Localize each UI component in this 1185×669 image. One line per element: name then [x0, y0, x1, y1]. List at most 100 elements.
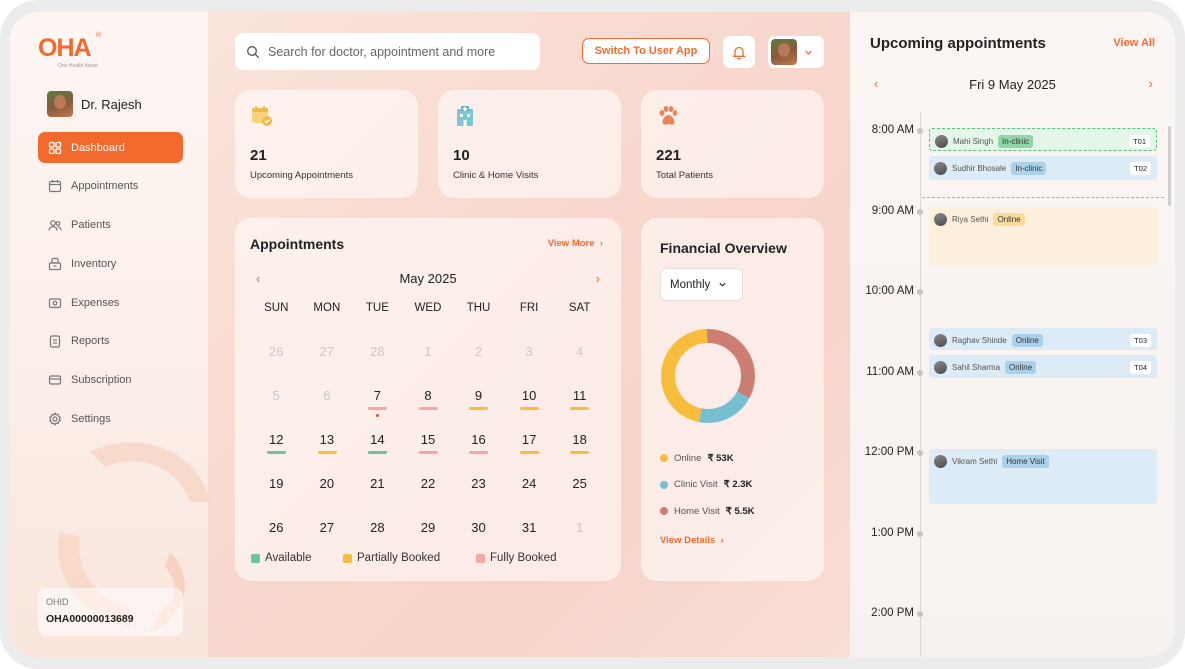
- sidebar-item-label: Subscription: [71, 374, 132, 387]
- stat-value: 21: [250, 147, 267, 164]
- calendar-day[interactable]: 16: [453, 432, 504, 476]
- stat-card-visits[interactable]: 10 Clinic & Home Visits: [438, 90, 621, 198]
- notifications-button[interactable]: [723, 36, 755, 68]
- chevron-right-icon: ›: [597, 238, 603, 249]
- stat-value: 221: [656, 147, 682, 164]
- calendar-day[interactable]: 7: [352, 388, 403, 432]
- patient-avatar: [934, 361, 947, 374]
- search-icon: [247, 45, 260, 58]
- sidebar-item-expenses[interactable]: Expenses: [38, 287, 183, 318]
- sidebar-item-dashboard[interactable]: Dashboard: [38, 132, 183, 163]
- calendar-day[interactable]: 5: [251, 388, 302, 432]
- day-number: 1: [424, 344, 432, 359]
- calendar-day[interactable]: 3: [504, 344, 555, 388]
- calendar-day[interactable]: 6: [302, 388, 353, 432]
- next-month-button[interactable]: ›: [596, 271, 600, 286]
- sidebar-item-settings[interactable]: Settings: [38, 404, 183, 435]
- oha-logo[interactable]: OHA ® One Health Assist: [38, 32, 102, 70]
- calendar-day[interactable]: 8: [403, 388, 454, 432]
- calendar-week: 12 13 14 15 16 17 18: [251, 432, 605, 476]
- appointment-slot[interactable]: Raghav Shinde Online T03: [929, 328, 1157, 350]
- doctor-profile[interactable]: Dr. Rajesh: [47, 91, 142, 117]
- patient-avatar: [934, 455, 947, 468]
- appointment-slot[interactable]: Sahil Sharma Online T04: [929, 355, 1157, 378]
- next-day-button[interactable]: ›: [1149, 76, 1153, 91]
- day-number: 5: [272, 388, 280, 403]
- legend-partially-booked: Partially Booked: [343, 552, 476, 564]
- weekday-header: SUN MON TUE WED THU FRI SAT: [251, 302, 605, 344]
- day-number: 2: [474, 344, 483, 359]
- token-badge: T02: [1130, 162, 1151, 175]
- calendar-day[interactable]: 22: [403, 476, 454, 520]
- day-number: 3: [525, 344, 533, 359]
- search-bar[interactable]: [235, 33, 540, 70]
- calendar-day[interactable]: 19: [251, 476, 302, 520]
- appointment-type-badge: Online: [1011, 334, 1043, 347]
- calendar-day[interactable]: 9: [453, 388, 504, 432]
- calendar-day[interactable]: 12: [251, 432, 302, 476]
- sidebar-item-appointments[interactable]: Appointments: [38, 171, 183, 202]
- stat-card-patients[interactable]: 221 Total Patients: [641, 90, 824, 198]
- financial-legend: Online ₹ 53K Clinic Visit ₹ 2.3K Home Vi…: [660, 445, 755, 525]
- calendar-day[interactable]: 26: [251, 344, 302, 388]
- avatar: [47, 91, 73, 117]
- calendar-day[interactable]: 24: [504, 476, 555, 520]
- patient-name: Mahi Singh: [953, 137, 994, 146]
- sidebar-item-reports[interactable]: Reports: [38, 326, 183, 357]
- sidebar-item-patients[interactable]: Patients: [38, 210, 183, 241]
- calendar-day[interactable]: 13: [302, 432, 353, 476]
- booking-status-bar: [469, 407, 489, 410]
- calendar-day[interactable]: 18: [554, 432, 605, 476]
- logo-text: OHA: [38, 34, 92, 62]
- user-menu-button[interactable]: [768, 36, 824, 68]
- calendar-day[interactable]: 17: [504, 432, 555, 476]
- financial-row-clinic: Clinic Visit ₹ 2.3K: [660, 472, 755, 499]
- chevron-down-icon: [719, 282, 726, 287]
- stat-card-upcoming[interactable]: 21 Upcoming Appointments: [235, 90, 418, 198]
- calendar-day[interactable]: 2: [453, 344, 504, 388]
- calendar-day[interactable]: 20: [302, 476, 353, 520]
- view-all-link[interactable]: View All: [1113, 37, 1155, 49]
- revenue-donut-chart: [661, 329, 755, 423]
- logo-tagline: One Health Assist: [58, 63, 98, 69]
- search-input[interactable]: [268, 44, 528, 59]
- day-number: 16: [471, 432, 486, 447]
- day-number: 27: [319, 344, 335, 359]
- appointment-slot[interactable]: Riya Sethi Online: [929, 207, 1157, 265]
- day-number: 18: [572, 432, 587, 447]
- calendar-day[interactable]: 14: [352, 432, 403, 476]
- period-select[interactable]: Monthly: [660, 268, 743, 301]
- day-number: 27: [319, 520, 335, 535]
- time-label: 12:00 PM: [864, 446, 914, 458]
- appointment-slot[interactable]: Sudhir Bhosale In-clinic T02: [929, 156, 1157, 180]
- calendar-day[interactable]: 23: [453, 476, 504, 520]
- calendar-day[interactable]: 28: [352, 344, 403, 388]
- weekday-label: SAT: [568, 302, 591, 314]
- patient-name: Sudhir Bhosale: [952, 164, 1007, 173]
- bell-icon: [732, 46, 746, 60]
- calendar-day[interactable]: 1: [554, 520, 605, 564]
- calendar-day[interactable]: 21: [352, 476, 403, 520]
- calendar-day[interactable]: 4: [554, 344, 605, 388]
- calendar-day[interactable]: 1: [403, 344, 454, 388]
- booking-status-bar: [519, 451, 539, 454]
- appointment-type-badge: Home Visit: [1002, 455, 1049, 468]
- calendar-day[interactable]: 27: [302, 344, 353, 388]
- financial-overview-card: Financial Overview Monthly Online ₹ 53K …: [641, 218, 824, 581]
- appointment-slot[interactable]: Mahi Singh In-clinic T01: [929, 128, 1157, 151]
- doctor-name: Dr. Rajesh: [81, 96, 142, 112]
- view-details-link[interactable]: View Details ›: [660, 535, 724, 546]
- view-more-link[interactable]: View More ›: [548, 238, 603, 249]
- day-number: 11: [572, 388, 587, 403]
- legend-dot: [660, 480, 668, 489]
- calendar-day[interactable]: 11: [554, 388, 605, 432]
- switch-to-user-app-button[interactable]: Switch To User App: [582, 38, 710, 64]
- appointment-slot[interactable]: Vikram Sethi Home Visit: [929, 449, 1157, 504]
- sidebar-item-subscription[interactable]: Subscription: [38, 365, 183, 396]
- calendar-day[interactable]: 10: [504, 388, 555, 432]
- sidebar-item-inventory[interactable]: Inventory: [38, 248, 183, 279]
- calendar-day[interactable]: 15: [403, 432, 454, 476]
- time-dot: [917, 450, 923, 456]
- calendar-day[interactable]: 25: [554, 476, 605, 520]
- sidebar-item-label: Dashboard: [71, 141, 125, 154]
